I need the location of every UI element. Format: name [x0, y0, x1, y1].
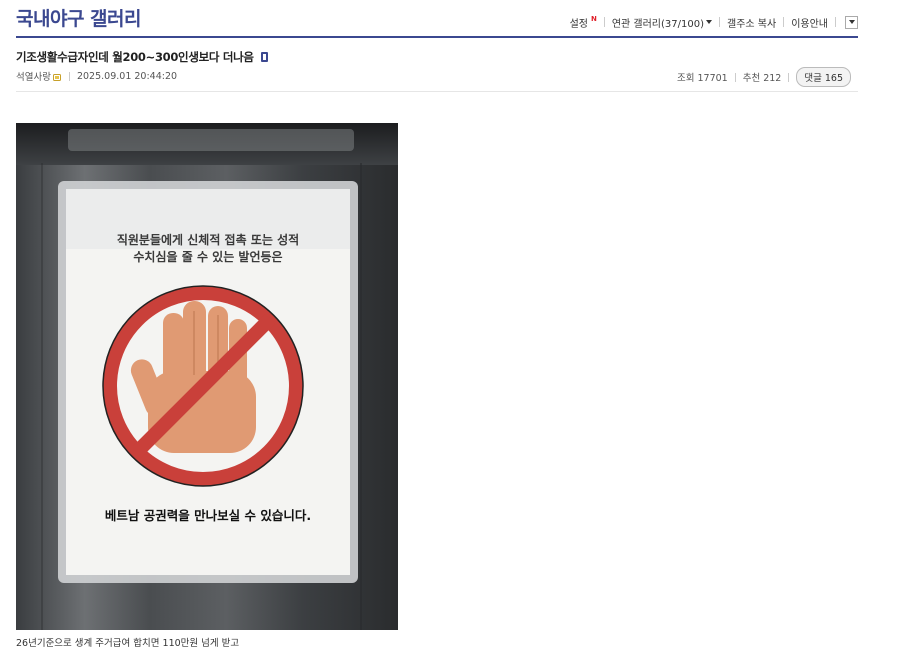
poster-text-line2: 수치심을 줄 수 있는 발언등은: [133, 249, 282, 264]
post-title-row: 기조생활수급자인데 월200~300인생보다 더나음: [16, 49, 268, 65]
recommend-count: 추천 212: [742, 73, 782, 84]
menu-divider: [783, 17, 785, 27]
post-image[interactable]: 직원분들에게 신체적 접촉 또는 성적 수치심을 줄 수 있는 발언등은 베트남…: [16, 123, 398, 630]
post-title: 기조생활수급자인데 월200~300인생보다 더나음: [16, 50, 254, 64]
gallery-title[interactable]: 국내야구 갤러리: [16, 4, 141, 31]
menu-divider: [603, 17, 605, 27]
meta-divider: [734, 72, 736, 82]
post-meta-left: 석열사랑 2025.09.01 20:44:20: [16, 69, 178, 84]
copy-address-label: 갤주소 복사: [727, 18, 777, 30]
related-galleries-label: 연관 갤러리(37/100): [611, 18, 704, 30]
usage-guide-label: 이용안내: [791, 18, 828, 30]
meta-divider: [68, 71, 70, 81]
post-caption: 26년기준으로 생계 주거급여 합치면 110만원 넘게 받고: [16, 638, 240, 648]
poster-bottom-text: 베트남 공권력을 만나보실 수 있습니다.: [105, 508, 311, 523]
mobile-icon: [260, 52, 268, 62]
meta-divider: [788, 72, 790, 82]
gallery-header: 국내야구 갤러리 설정 N 연관 갤러리(37/100) 갤주소 복사 이용안내: [16, 0, 858, 38]
header-divider: [16, 91, 858, 92]
top-menu: 설정 N 연관 갤러리(37/100) 갤주소 복사 이용안내: [570, 15, 858, 30]
post-datetime: 2025.09.01 20:44:20: [76, 70, 178, 82]
fixed-nickname-icon: [52, 74, 61, 81]
related-galleries-menu[interactable]: 연관 갤러리(37/100): [612, 15, 712, 30]
poster-text-line1: 직원분들에게 신체적 접촉 또는 성적: [117, 232, 299, 247]
menu-divider: [835, 17, 836, 27]
usage-guide-link[interactable]: 이용안내: [791, 15, 828, 30]
new-badge: N: [590, 15, 597, 23]
comment-count-button[interactable]: 댓글 165: [796, 67, 851, 87]
copy-address-button[interactable]: 갤주소 복사: [727, 15, 776, 30]
chevron-down-icon: [706, 20, 712, 24]
view-count: 조회 17701: [676, 73, 728, 84]
author-nickname[interactable]: 석열사랑: [16, 69, 51, 83]
poster-photo: 직원분들에게 신체적 접촉 또는 성적 수치심을 줄 수 있는 발언등은 베트남…: [16, 123, 398, 630]
chevron-down-icon: [848, 20, 855, 24]
settings-menu[interactable]: 설정 N: [570, 15, 597, 30]
settings-label: 설정: [569, 18, 588, 30]
post-meta-right: 조회 17701 추천 212 댓글 165: [677, 67, 851, 87]
menu-divider: [719, 17, 720, 27]
more-menu-button[interactable]: [845, 15, 858, 29]
